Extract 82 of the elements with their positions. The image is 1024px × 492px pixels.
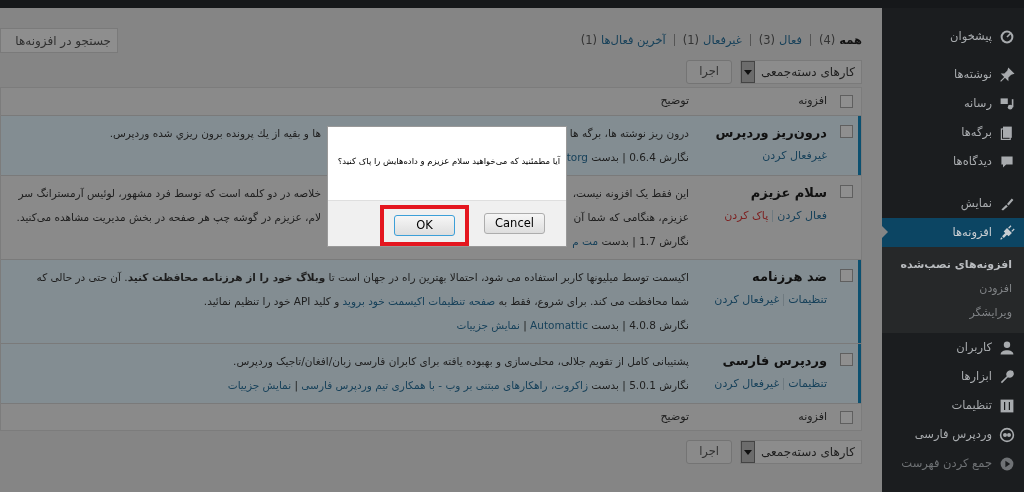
checkbox[interactable] (839, 410, 853, 424)
ok-button[interactable]: OK (394, 215, 455, 236)
apply-button[interactable]: اجرا (686, 440, 733, 464)
column-header: توضیح (660, 409, 689, 423)
action-link[interactable]: غیرفعال کردن (714, 375, 780, 392)
caret-icon (744, 449, 753, 455)
checkbox[interactable] (839, 353, 853, 366)
filter-count: (1) (580, 31, 597, 49)
bulk-actions-select[interactable]: کارهای دسته‌جمعی (740, 440, 862, 464)
pin-icon (999, 66, 1015, 83)
description-text: اکیسمت توسط میلیونها کاربر استفاده می شود، احتمالا بهترین راه در جهان است تا وبلاگ خود را از هرزنامه محافظت کنید. آن حتی در حالی که (36, 271, 689, 283)
filter-link[interactable]: همه (839, 31, 862, 49)
description-text: ها و بقیه از يك پرونده برون ريزي شده وردپرس. (109, 126, 321, 142)
bulk-actions-select[interactable]: کارهای دسته‌جمعی (740, 60, 862, 84)
user-icon (999, 339, 1015, 356)
filter-count: (3) (758, 31, 776, 49)
checkbox[interactable] (839, 125, 853, 138)
link[interactable]: torg (566, 151, 588, 163)
description-text: شما محافظت می کند. برای شروع، فقط به صفحه تنظیمات اکیسمت خود بروید و کلید API خود را تنظیم نمائید. (203, 295, 689, 307)
plug-icon (999, 224, 1015, 241)
sliders-icon (999, 397, 1015, 414)
action-link[interactable]: تنظیمات (788, 291, 827, 308)
filter-count: (4) (819, 31, 836, 49)
dialog-message: آیا مطمئنید که می‌خواهید سلام عزیزم و داده‌هایش را پاک کنید؟ (336, 155, 562, 169)
plugin-name: درون‌ریز وردپرس (714, 124, 827, 142)
link[interactable]: صفحه تنظیمات اکیسمت خود بروید (342, 295, 496, 307)
media-icon (999, 95, 1015, 112)
menu-item[interactable]: وردپرس فارسی (882, 420, 1024, 449)
description-text: پشتیبانی کامل از تقویم جلالی، محلی‌سازی و بهبوده یافته برای کابران فارسی زبان/افغان/تاجیک وردپرس. (233, 355, 689, 367)
menu-item[interactable]: رسانه (882, 89, 1024, 118)
caret-icon (744, 69, 753, 75)
menu-item[interactable]: تنظیمات (882, 391, 1024, 420)
link[interactable]: Automattic (530, 319, 588, 331)
menu-item[interactable]: ابزارها (882, 362, 1024, 391)
menu-item[interactable]: پیشخوان (882, 22, 1024, 51)
checkbox[interactable] (839, 95, 853, 108)
menu-item[interactable]: کاربران (882, 333, 1024, 362)
plugin-name: سلام عزیزم (749, 184, 827, 203)
link[interactable]: نمایش جزییات (227, 379, 292, 391)
action-link[interactable]: غیرفعال کردن (714, 291, 780, 308)
submenu-item[interactable]: افزونه‌های نصب‌شده (882, 253, 1024, 277)
link[interactable]: مت م (572, 235, 599, 247)
description-text: عزیزم، هنگامی که شما آن (573, 211, 689, 223)
plugin-name: وردپرس فارسی (721, 352, 827, 370)
link[interactable]: زاکروت، راهکارهای مبتنی بر وب - با همکاری تیم وردپرس فارسی (301, 379, 588, 391)
submenu-item[interactable]: افزودن (882, 277, 1024, 301)
description-text: درون ریز نوشته ها، برگه ها (569, 127, 689, 139)
description-text: نگارش 1.7 | بدست مت م (572, 235, 689, 247)
action-link[interactable]: غیرفعال کردن (762, 147, 827, 164)
action-link[interactable]: پاک کردن (724, 207, 769, 224)
pages-icon (999, 124, 1015, 141)
link[interactable]: نمایش جزییات (456, 319, 520, 331)
cancel-button[interactable]: Cancel (484, 213, 545, 234)
description-text: نگارش 5.0.1 | بدست زاکروت، راهکارهای مبتنی بر وب - با همکاری تیم وردپرس فارسی | نمایش جزییات (227, 379, 689, 391)
action-link[interactable]: فعال کردن (777, 207, 827, 224)
action-link[interactable]: تنظیمات (788, 375, 827, 392)
submenu-item[interactable]: ویرایشگر (882, 301, 1024, 325)
column-header: افزونه (798, 409, 827, 423)
play-icon (999, 455, 1015, 472)
description-text: لام، عزیزم در گوشه چپ هر صفحه در بخش مدیریت مشاهده می‌کنید. (16, 210, 321, 226)
checkbox[interactable] (839, 185, 853, 198)
menu-item[interactable]: نمایش (882, 189, 1024, 218)
circle-logo-icon (999, 426, 1015, 443)
menu-item[interactable]: افزونه‌ها (882, 218, 1024, 247)
menu-item[interactable]: نوشته‌ها (882, 60, 1024, 89)
filter-link[interactable]: غیرفعال (703, 31, 742, 49)
checkbox[interactable] (839, 269, 853, 282)
filter-link[interactable]: فعال (779, 31, 802, 49)
column-header: افزونه (798, 94, 827, 108)
description-text: خلاصه در دو کلمه است که توسط فرد مشهور، لوئیس آرمسترانگ سر (18, 186, 321, 202)
apply-button[interactable]: اجرا (686, 60, 733, 84)
plugin-name: ضد هرزنامه (751, 268, 827, 286)
menu-item[interactable]: جمع کردن فهرست (882, 449, 1024, 478)
filter-count: (1) (682, 31, 700, 49)
gauge-icon (999, 28, 1015, 45)
description-text: این فقط یک افزونه نیست، (572, 187, 689, 199)
comment-icon (999, 153, 1015, 170)
search-field[interactable]: جستجو در افزونه‌ها (0, 28, 118, 53)
filter-link[interactable]: آخرین فعال‌ها (600, 31, 666, 49)
menu-item[interactable]: برگه‌ها (882, 118, 1024, 147)
column-header: توضیح (660, 94, 689, 108)
menu-item[interactable]: دیدگاه‌ها (882, 147, 1024, 176)
